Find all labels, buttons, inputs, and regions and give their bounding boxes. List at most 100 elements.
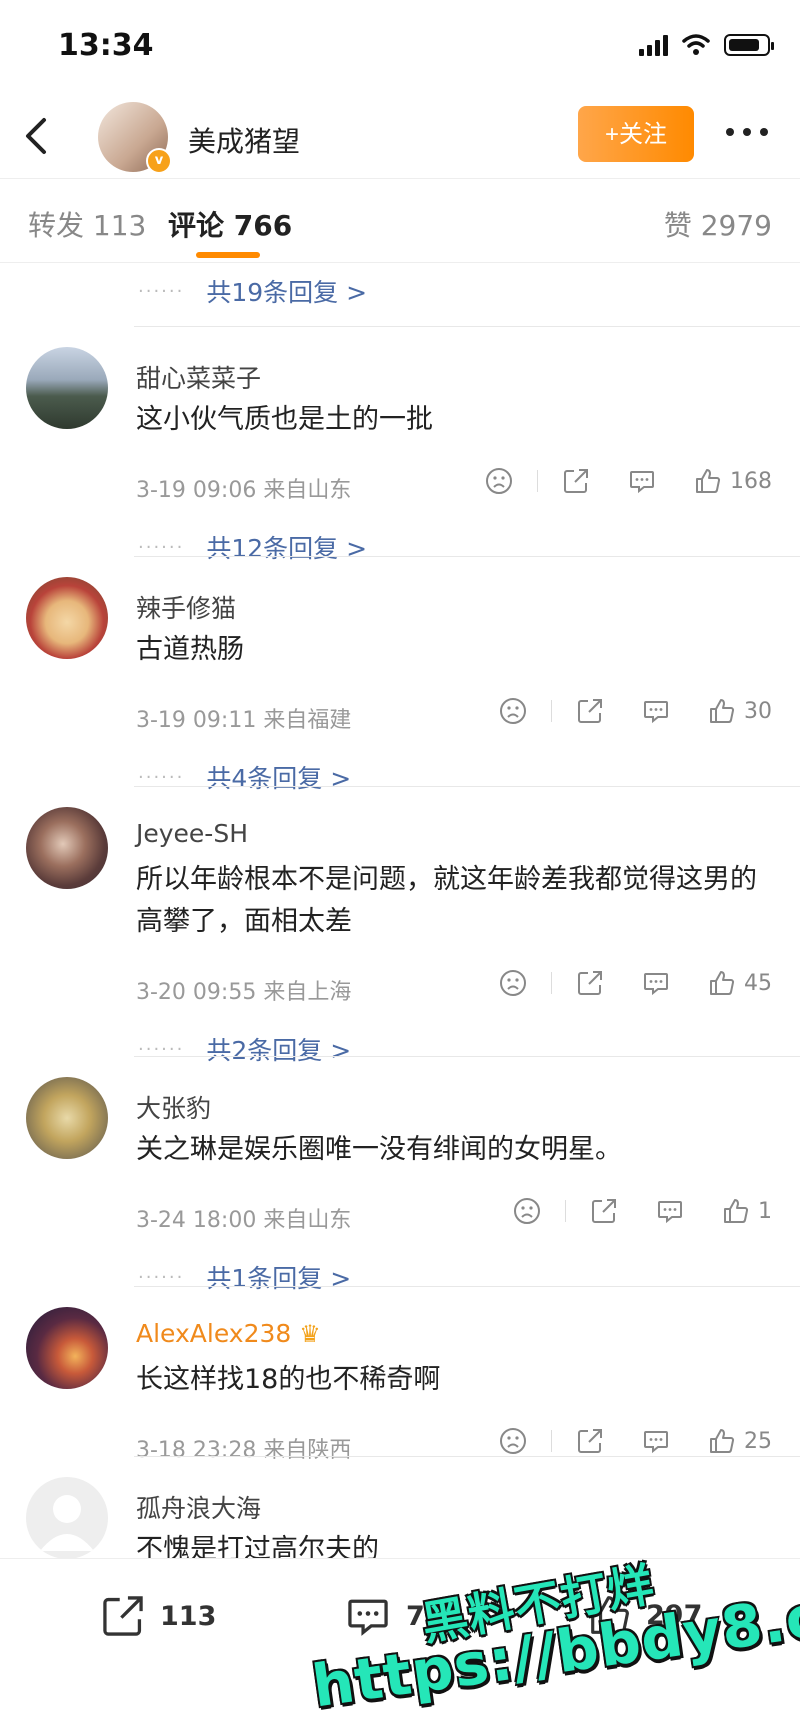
username-text: 孤舟浪大海 [136,1494,262,1523]
divider [134,326,800,327]
comment-list[interactable]: ······ 共19条回复 > 甜心菜菜子 这小伙气质也是土的一批 3-19 0… [0,263,800,1558]
comment-actions: 30 [499,697,772,725]
like-icon[interactable] [708,1427,736,1455]
reply-icon[interactable] [642,969,670,997]
more-options-icon[interactable] [726,128,768,136]
like-icon[interactable] [708,697,736,725]
divider [134,1456,800,1457]
comment-text: 古道热肠 [136,634,244,665]
like-count: 45 [744,970,772,996]
comment-username[interactable]: Jeyee-SH [136,819,248,848]
comment-username[interactable]: 甜心菜菜子 [136,359,261,395]
dislike-icon[interactable] [499,697,527,725]
share-icon[interactable] [576,969,604,997]
signal-icon [639,34,668,56]
share-icon[interactable] [576,1427,604,1455]
like-count: 25 [744,1428,772,1454]
share-icon[interactable] [562,467,590,495]
comment-button[interactable]: 7 [344,1593,425,1639]
like-icon[interactable] [694,467,722,495]
battery-icon [724,34,774,56]
share-icon[interactable] [590,1197,618,1225]
reply-icon[interactable] [642,1427,670,1455]
comment-actions: 25 [499,1427,772,1455]
divider [134,1286,800,1287]
divider [134,786,800,787]
repost-button[interactable]: 113 [100,1593,216,1639]
like-icon[interactable] [708,969,736,997]
comment-meta: 3-18 23:28 来自陕西 [136,1438,352,1463]
view-replies-link[interactable]: ······ 共2条回复 > [138,1031,351,1067]
avatar[interactable] [26,1307,108,1389]
comment-meta: 3-19 09:06 来自山东 [136,478,352,503]
dots-decoration: ······ [138,766,185,788]
avatar[interactable] [26,1077,108,1159]
username-text: 辣手修猫 [136,594,237,623]
tab-reposts[interactable]: 转发 113 [28,204,146,244]
like-icon[interactable] [722,1197,750,1225]
status-icons [639,34,774,56]
replies-count-label: 共4条回复 > [206,764,352,793]
comment-actions: 168 [485,467,772,495]
back-button[interactable] [20,112,60,162]
status-time: 13:34 [58,28,154,63]
like-count: 30 [744,698,772,724]
crown-icon: ♛ [299,1319,321,1348]
like-count: 1 [758,1198,772,1224]
avatar[interactable] [26,347,108,429]
avatar[interactable] [26,577,108,659]
repost-icon [103,1596,143,1636]
comment-username[interactable]: 辣手修猫 [136,589,236,625]
comment-text: 长这样找18的也不稀奇啊 [136,1364,441,1395]
username-text: Jeyee-SH [136,819,248,848]
status-bar: 13:34 [0,0,800,100]
tab-bar: 转发 113 评论 766 赞 2979 [0,178,800,263]
follow-button[interactable]: +关注 [578,106,694,162]
comment-actions: 45 [499,969,772,997]
username-text: 大张豹 [136,1094,212,1123]
replies-count-label: 共2条回复 > [206,1036,352,1065]
replies-count-label: 共1条回复 > [206,1264,352,1293]
like-count: 168 [730,468,772,494]
view-replies-link[interactable]: ······ 共1条回复 > [138,1259,351,1295]
comment-username[interactable]: 大张豹 [136,1089,211,1125]
comment-meta: 3-19 09:11 来自福建 [136,708,352,733]
avatar[interactable] [26,1477,108,1558]
view-replies-link[interactable]: ······ 共19条回复 > [138,273,367,309]
avatar[interactable] [26,807,108,889]
comment-username[interactable]: AlexAlex238 ♛ [136,1319,321,1348]
reply-icon[interactable] [628,467,656,495]
tab-likes[interactable]: 赞 2979 [664,204,772,244]
dislike-icon[interactable] [485,467,513,495]
share-icon[interactable] [576,697,604,725]
view-replies-link[interactable]: ······ 共12条回复 > [138,529,367,565]
comment-text: 所以年龄根本不是问题，就这年龄差我都觉得这男的高攀了，面相太差 [136,864,757,937]
view-replies-link[interactable]: ······ 共4条回复 > [138,759,351,795]
nav-bar: v 美成猪望 +关注 [0,100,800,179]
comment-username[interactable]: 孤舟浪大海 [136,1489,261,1525]
verified-badge-icon: v [146,148,172,174]
dislike-icon[interactable] [499,969,527,997]
tab-comments[interactable]: 评论 766 [168,204,292,244]
author-name[interactable]: 美成猪望 [188,120,300,160]
repost-count: 113 [160,1600,217,1632]
comment-actions: 1 [513,1197,772,1225]
dots-decoration: ······ [138,280,185,302]
comment-meta: 3-24 18:00 来自山东 [136,1208,352,1233]
dislike-icon[interactable] [499,1427,527,1455]
comment-meta: 3-20 09:55 来自上海 [136,980,352,1005]
comment-icon [348,1599,388,1636]
default-avatar-icon [40,1495,94,1551]
comment-text: 这小伙气质也是土的一批 [136,404,433,435]
dots-decoration: ······ [138,1266,185,1288]
comment-text: 关之琳是娱乐圈唯一没有绯闻的女明星。 [136,1134,622,1165]
divider [134,1056,800,1057]
reply-icon[interactable] [656,1197,684,1225]
chevron-left-icon [26,118,46,154]
dislike-icon[interactable] [513,1197,541,1225]
replies-count-label: 共19条回复 > [206,278,368,307]
reply-icon[interactable] [642,697,670,725]
username-text: 甜心菜菜子 [136,364,262,393]
replies-count-label: 共12条回复 > [206,534,368,563]
dots-decoration: ······ [138,536,185,558]
